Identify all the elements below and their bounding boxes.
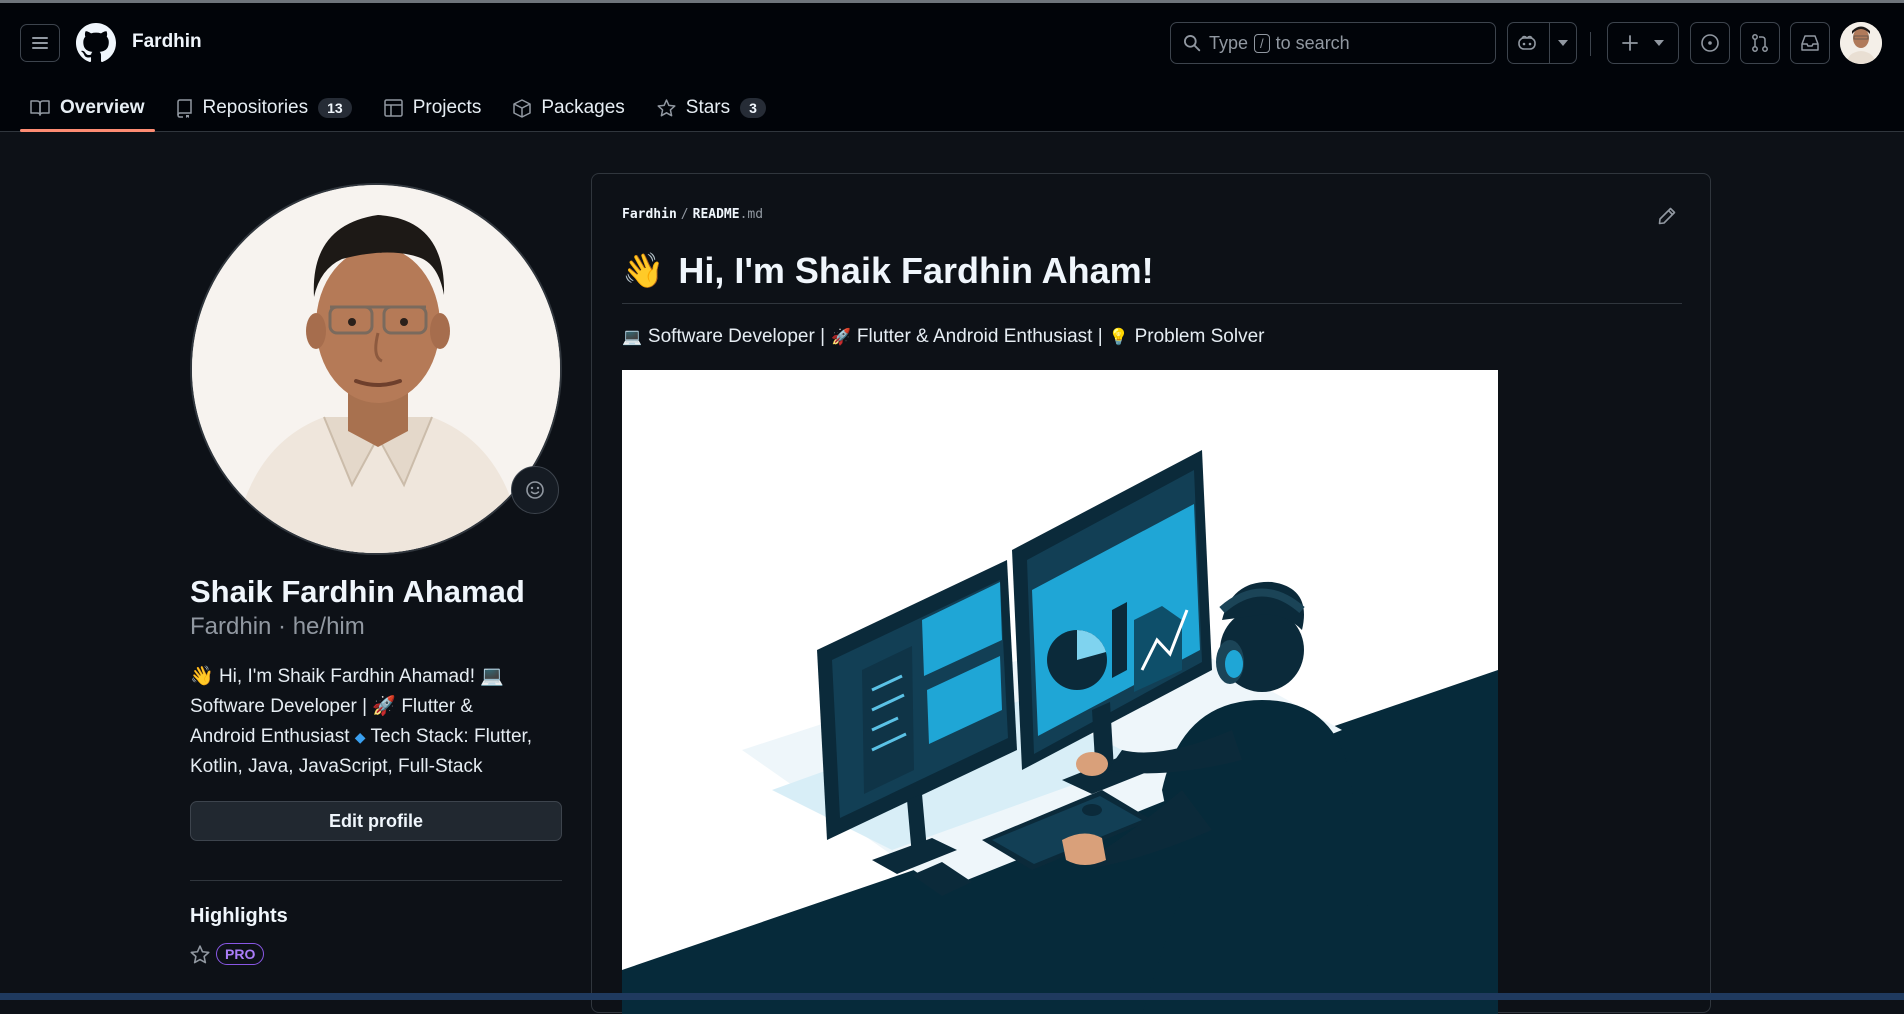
context-username[interactable]: Fardhin — [132, 31, 202, 53]
search-shortcut-key: / — [1254, 33, 1270, 53]
sidebar-divider — [190, 880, 562, 881]
menu-button[interactable] — [20, 24, 60, 62]
waving-hand-icon: 👋 — [622, 252, 665, 290]
blue-diamond-icon: ◆ — [354, 729, 366, 745]
pull-requests-button[interactable] — [1740, 22, 1780, 64]
top-bar: Fardhin Type / to search — [0, 0, 1904, 86]
edit-profile-button[interactable]: Edit profile — [190, 801, 562, 841]
split-divider — [1548, 23, 1550, 63]
taskbar-strip — [0, 993, 1904, 1000]
pro-badge[interactable]: PRO — [216, 943, 265, 965]
search-input[interactable]: Type / to search — [1170, 22, 1496, 64]
bio-text: Flutter & — [401, 696, 474, 717]
inbox-button[interactable] — [1790, 22, 1830, 64]
issue-opened-icon — [1701, 34, 1719, 52]
profile-login-pronouns: Fardhin · he/him — [190, 613, 365, 640]
smiley-icon — [526, 481, 544, 499]
tagline-part: Software Developer | — [647, 326, 825, 347]
bio-line: Kotlin, Java, JavaScript, Full-Stack — [190, 752, 570, 782]
hamburger-icon — [32, 37, 48, 49]
readme-heading: 👋 Hi, I'm Shaik Fardhin Aham! — [622, 250, 1154, 292]
laptop-icon: 💻 — [622, 329, 642, 346]
pull-request-icon — [1752, 34, 1768, 52]
bio-line: 👋 Hi, I'm Shaik Fardhin Ahamad! 💻 — [190, 662, 570, 692]
bio-line: Android Enthusiast ◆ Tech Stack: Flutter… — [190, 722, 570, 752]
profile-bio: 👋 Hi, I'm Shaik Fardhin Ahamad! 💻 Softwa… — [190, 662, 570, 782]
table-icon — [383, 99, 403, 117]
tab-label: Repositories — [202, 97, 309, 118]
tagline-part: Problem Solver — [1134, 326, 1265, 347]
avatar-image — [1840, 22, 1882, 64]
readme-file-name: README — [692, 207, 740, 222]
readme-breadcrumb: Fardhin / README.md — [622, 207, 764, 222]
copilot-icon — [1517, 35, 1536, 50]
readme-card: Fardhin / README.md 👋 Hi, I'm Shaik Fardhi… — [591, 173, 1711, 1014]
highlight-pro: PRO — [190, 943, 265, 965]
bio-text: Hi, I'm Shaik Fardhin Ahamad! — [218, 666, 475, 687]
readme-owner-link[interactable]: Fardhin — [622, 207, 677, 222]
search-icon — [1184, 35, 1201, 52]
readme-file-ext: .md — [739, 207, 764, 222]
profile-tabs: Overview Repositories 13 Projects Packag… — [20, 84, 788, 132]
pencil-icon — [1658, 207, 1676, 225]
chevron-down-icon — [1557, 40, 1568, 46]
illustration-graphic — [622, 370, 1498, 1014]
search-prefix: Type — [1209, 32, 1249, 53]
profile-full-name: Shaik Fardhin Ahamad — [190, 574, 525, 609]
chevron-down-icon — [1654, 40, 1664, 46]
copilot-button[interactable] — [1507, 22, 1577, 64]
avatar-photo — [192, 185, 560, 553]
bio-text: Tech Stack: Flutter, — [370, 726, 533, 747]
set-status-button[interactable] — [511, 466, 559, 514]
readme-tagline: 💻 Software Developer | 🚀 Flutter & Andro… — [622, 326, 1264, 348]
rocket-icon: 🚀 — [372, 696, 397, 717]
profile-avatar[interactable] — [190, 183, 562, 555]
global-header: Fardhin Type / to search Overview Reposi… — [0, 0, 1904, 132]
issues-button[interactable] — [1690, 22, 1730, 64]
laptop-icon: 💻 — [480, 666, 504, 687]
star-icon — [190, 944, 210, 963]
search-suffix: to search — [1275, 32, 1350, 53]
bio-text: Software Developer | — [190, 696, 368, 717]
bio-text: Android Enthusiast — [190, 726, 350, 747]
tab-packages[interactable]: Packages — [503, 84, 634, 132]
inbox-icon — [1801, 35, 1819, 51]
developer-illustration — [622, 370, 1498, 1014]
star-icon — [657, 99, 676, 117]
tab-label: Projects — [412, 97, 482, 118]
create-new-button[interactable] — [1607, 22, 1679, 64]
readme-heading-text: Hi, I'm Shaik Fardhin Aham! — [678, 250, 1154, 291]
highlights-heading: Highlights — [190, 905, 288, 927]
user-avatar-menu[interactable] — [1840, 22, 1882, 64]
stars-count-badge: 3 — [740, 98, 766, 118]
tagline-part: Flutter & Android Enthusiast | — [856, 326, 1103, 347]
book-icon — [30, 100, 50, 116]
bio-line: Software Developer | 🚀 Flutter & — [190, 692, 570, 722]
tab-repositories[interactable]: Repositories 13 — [167, 84, 362, 132]
tab-label: Overview — [60, 97, 145, 118]
tab-stars[interactable]: Stars 3 — [647, 84, 776, 132]
tab-label: Stars — [685, 97, 731, 118]
header-divider — [1590, 32, 1591, 56]
rocket-icon: 🚀 — [831, 329, 851, 346]
repo-count-badge: 13 — [318, 98, 352, 118]
package-icon — [513, 98, 532, 118]
light-bulb-icon: 💡 — [1108, 329, 1129, 346]
edit-readme-button[interactable] — [1657, 206, 1677, 231]
heading-rule — [622, 303, 1682, 304]
waving-hand-icon: 👋 — [190, 666, 214, 687]
tab-overview[interactable]: Overview — [20, 84, 155, 132]
tab-label: Packages — [541, 97, 625, 118]
window-top-line — [0, 0, 1904, 3]
repo-icon — [176, 98, 192, 118]
tab-projects[interactable]: Projects — [374, 84, 492, 132]
bio-text: Kotlin, Java, JavaScript, Full-Stack — [190, 756, 483, 777]
plus-icon — [1622, 35, 1638, 51]
github-logo-icon[interactable] — [76, 23, 116, 63]
